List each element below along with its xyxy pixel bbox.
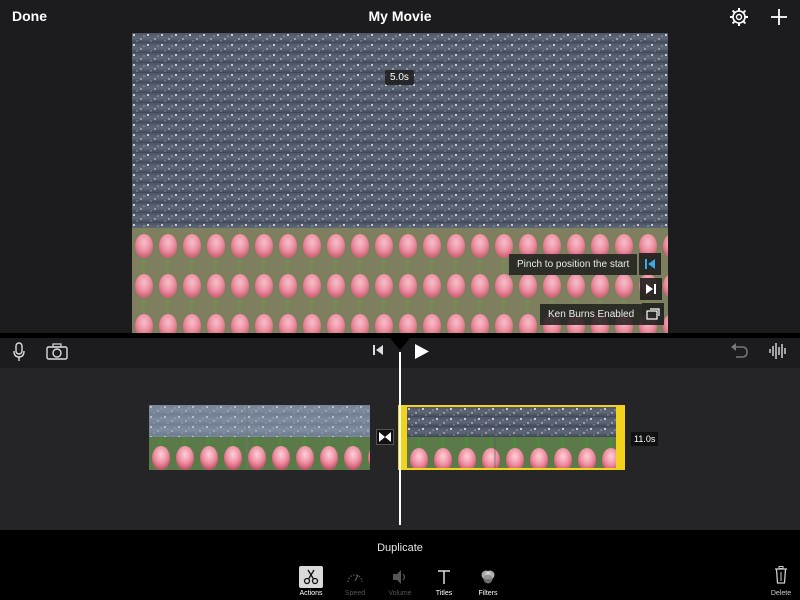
ken-burns-label: Ken Burns Enabled [540, 303, 643, 325]
speedometer-icon [343, 566, 367, 588]
clip-trim-end-handle[interactable] [616, 405, 625, 470]
tool-volume[interactable]: Volume [380, 566, 420, 597]
tool-titles-label: Titles [435, 590, 453, 597]
clip-2-thumbnail [407, 407, 616, 468]
delete-button[interactable]: Delete [764, 566, 798, 597]
camera-icon[interactable] [46, 343, 68, 360]
delete-label: Delete [770, 590, 792, 597]
clip-1[interactable] [149, 405, 370, 470]
tool-speed[interactable]: Speed [335, 566, 375, 597]
viewer: 5.0s Pinch to position the start Ken Bur… [0, 33, 800, 333]
gear-icon[interactable] [729, 7, 749, 27]
top-bar: Done My Movie [0, 0, 800, 33]
plus-icon[interactable] [768, 6, 790, 28]
audio-waveform-icon[interactable] [768, 342, 788, 360]
microphone-icon[interactable] [12, 342, 26, 362]
clip-2-selected[interactable] [398, 405, 625, 470]
ken-burns-end-row [638, 278, 662, 300]
skip-to-end-icon [646, 284, 656, 294]
ken-burns-start-button[interactable] [639, 253, 662, 275]
project-title: My Movie [368, 8, 432, 24]
scissors-icon [299, 566, 323, 588]
tool-titles[interactable]: Titles [424, 566, 464, 597]
ken-burns-icon [646, 308, 660, 320]
tool-speed-label: Speed [344, 590, 366, 597]
trash-icon [775, 566, 787, 584]
ken-burns-toggle-row: Ken Burns Enabled [540, 303, 665, 325]
clip-1-thumbnail [149, 405, 370, 470]
play-icon[interactable] [414, 343, 430, 360]
playhead-marker [390, 338, 410, 350]
tool-volume-label: Volume [388, 590, 412, 597]
ken-burns-toggle[interactable] [642, 303, 665, 325]
time-badge: 5.0s [385, 70, 414, 85]
tool-actions[interactable]: Actions [291, 566, 331, 597]
tool-filters-label: Filters [478, 590, 498, 597]
text-icon [432, 566, 456, 588]
clip-duration-badge: 11.0s [631, 432, 659, 446]
filters-icon [476, 566, 500, 588]
transition-icon [379, 432, 391, 442]
rewind-to-start-icon[interactable] [372, 344, 384, 356]
duplicate-action[interactable]: Duplicate [0, 542, 800, 554]
skip-to-start-icon [645, 259, 656, 269]
speaker-icon [388, 566, 412, 588]
ken-burns-end-button[interactable] [640, 278, 662, 300]
undo-icon[interactable] [730, 343, 748, 359]
pinch-hint-label: Pinch to position the start [509, 253, 638, 275]
playhead[interactable] [399, 352, 401, 525]
transition-button[interactable] [376, 429, 394, 445]
tool-actions-label: Actions [299, 590, 323, 597]
ken-burns-start-row: Pinch to position the start [509, 253, 662, 275]
tool-filters[interactable]: Filters [468, 566, 508, 597]
